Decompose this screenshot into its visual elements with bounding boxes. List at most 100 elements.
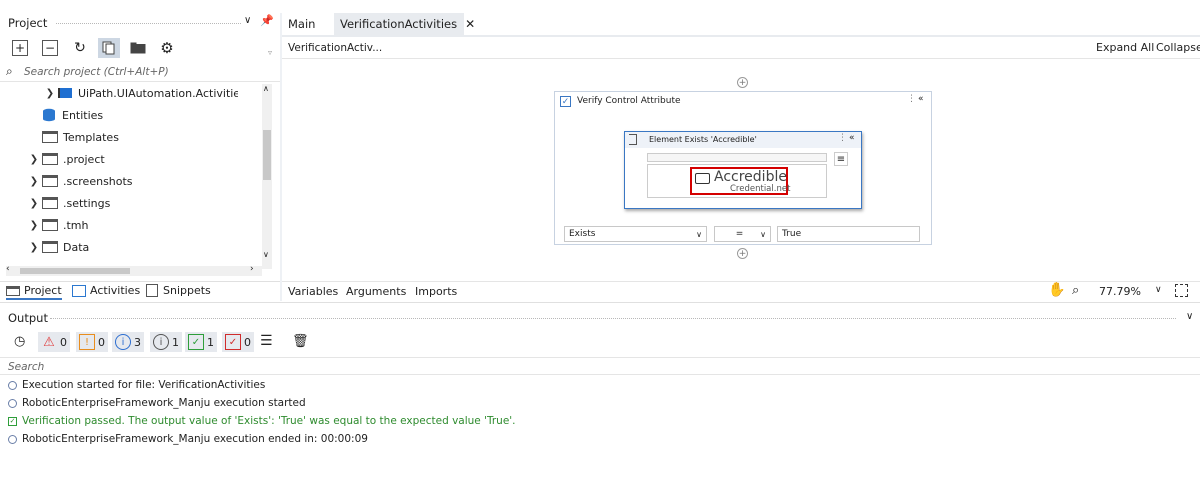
tree-horizontal-scrollbar[interactable]: ‹ ›: [6, 264, 262, 276]
project-panel-header: Project ∨ 📌: [0, 13, 280, 33]
tab-snippets[interactable]: Snippets: [146, 284, 211, 297]
menu-icon[interactable]: ≡: [834, 152, 848, 166]
operator-dropdown[interactable]: = ∨: [714, 226, 771, 242]
log-entry[interactable]: RoboticEnterpriseFramework_Manju executi…: [8, 395, 306, 411]
chevron-right-icon[interactable]: ❯: [26, 176, 42, 187]
close-icon[interactable]: ✕: [465, 17, 475, 31]
log-text: Execution started for file: Verification…: [22, 379, 266, 391]
info-dot-icon: [8, 398, 17, 408]
accredible-logo: Accredible Credential.net: [690, 167, 790, 195]
chevron-down-icon[interactable]: ∨: [1186, 311, 1193, 322]
tab-variables[interactable]: Variables: [288, 285, 338, 298]
expand-all-icon[interactable]: +: [12, 40, 28, 56]
tab-main[interactable]: Main: [282, 13, 321, 35]
chevron-right-icon[interactable]: ❯: [26, 242, 42, 253]
collapse-button[interactable]: Collapse: [1156, 41, 1200, 54]
chevron-right-icon[interactable]: ❯: [42, 88, 58, 99]
project-search-input[interactable]: Search project (Ctrl+Alt+P): [24, 66, 169, 78]
attribute-dropdown[interactable]: Exists ∨: [564, 226, 707, 242]
expand-all-button[interactable]: Expand All: [1096, 41, 1154, 54]
scrollbar-thumb[interactable]: [20, 268, 130, 274]
tree-item-label: Templates: [63, 130, 119, 144]
add-activity-icon[interactable]: +: [737, 77, 748, 88]
tab-arguments[interactable]: Arguments: [346, 285, 406, 298]
fit-to-screen-icon[interactable]: [1175, 284, 1188, 297]
chevron-right-icon[interactable]: ❯: [26, 198, 42, 209]
filter-info[interactable]: i 3: [112, 332, 144, 352]
target-selector-bar[interactable]: [647, 153, 827, 162]
verify-control-attribute-activity[interactable]: ✓ Verify Control Attribute ⋮ « Element E…: [554, 91, 932, 245]
tab-imports[interactable]: Imports: [415, 285, 457, 298]
output-panel-title: Output: [8, 311, 48, 325]
info-dot-icon: [8, 380, 17, 390]
list-filter-icon[interactable]: ☰: [260, 333, 273, 349]
open-folder-icon[interactable]: [130, 40, 146, 56]
refresh-icon[interactable]: ↻: [72, 40, 88, 56]
tree-item-tmh[interactable]: ❯ .tmh: [26, 214, 280, 236]
filter-verification-failed[interactable]: ✓ 0: [222, 332, 254, 352]
collapse-activity-icon[interactable]: «: [849, 133, 855, 143]
collapse-activity-icon[interactable]: «: [918, 94, 924, 104]
chevron-right-icon[interactable]: ❯: [26, 220, 42, 231]
hand-pan-icon[interactable]: ✋: [1048, 282, 1065, 298]
output-search-input[interactable]: Search: [8, 361, 44, 373]
tree-item-screenshots[interactable]: ❯ .screenshots: [26, 170, 280, 192]
scroll-up-icon[interactable]: ▿: [268, 48, 272, 57]
tab-activities[interactable]: Activities: [72, 284, 140, 297]
warning-icon: !: [79, 334, 95, 350]
log-entry[interactable]: RoboticEnterpriseFramework_Manju executi…: [8, 431, 368, 447]
trash-icon[interactable]: 🗑: [292, 334, 309, 349]
filter-errors[interactable]: ⚠ 0: [38, 332, 70, 352]
scroll-right-arrow[interactable]: ›: [250, 264, 254, 274]
output-search-box[interactable]: Search: [0, 357, 1200, 375]
tree-item-entities[interactable]: Entities: [42, 104, 280, 126]
more-options-icon[interactable]: ⋮: [838, 133, 847, 143]
log-text: Verification passed. The output value of…: [22, 415, 516, 427]
designer-header: VerificationActiv... Expand All Collapse: [282, 37, 1200, 59]
tab-verification-activities[interactable]: VerificationActivities ✕: [334, 13, 475, 35]
collapse-all-icon[interactable]: −: [42, 40, 58, 56]
expected-value-input[interactable]: True: [777, 226, 920, 242]
package-icon: [58, 88, 72, 98]
folder-icon: [6, 285, 20, 296]
gear-icon[interactable]: ⚙: [158, 39, 176, 57]
log-entry[interactable]: ✓ Verification passed. The output value …: [8, 413, 516, 429]
filter-trace[interactable]: i 1: [150, 332, 182, 352]
scroll-down-arrow[interactable]: ∨: [263, 250, 269, 259]
logo-mark-icon: [695, 173, 710, 184]
filter-warnings[interactable]: ! 0: [76, 332, 108, 352]
clock-icon[interactable]: ◷: [14, 334, 25, 349]
tree-vertical-scrollbar[interactable]: [262, 84, 272, 269]
chevron-down-icon[interactable]: ∨: [244, 15, 251, 26]
zoom-search-icon[interactable]: ⌕: [1072, 283, 1079, 298]
pin-icon[interactable]: 📌: [260, 14, 274, 27]
checkbox-icon: ✓: [560, 96, 571, 107]
tree-item-templates[interactable]: Templates: [42, 126, 280, 148]
more-options-icon[interactable]: ⋮: [907, 94, 916, 104]
zoom-dropdown-icon[interactable]: ∨: [1155, 285, 1162, 295]
scroll-left-arrow[interactable]: ‹: [6, 264, 10, 274]
breadcrumb[interactable]: VerificationActiv...: [288, 42, 382, 54]
filter-count: 1: [207, 335, 214, 349]
scrollbar-thumb[interactable]: [263, 130, 271, 180]
tree-item-uiautomation[interactable]: ❯ UiPath.UIAutomation.Activities = 22.1: [42, 82, 262, 104]
add-activity-icon[interactable]: +: [737, 248, 748, 259]
zoom-level[interactable]: 77.79%: [1099, 285, 1141, 298]
tree-item-data[interactable]: ❯ Data: [26, 236, 280, 258]
element-exists-activity[interactable]: Element Exists 'Accredible' ⋮ « ≡ Accred…: [624, 131, 862, 209]
show-all-files-icon[interactable]: [98, 38, 120, 58]
tab-project[interactable]: Project: [6, 284, 62, 300]
tree-item-settings[interactable]: ❯ .settings: [26, 192, 280, 214]
scroll-up-arrow[interactable]: ∧: [263, 84, 269, 93]
tree-item-project[interactable]: ❯ .project: [26, 148, 280, 170]
filter-verification-passed[interactable]: ✓ 1: [185, 332, 217, 352]
project-search-box[interactable]: ⌕ Search project (Ctrl+Alt+P): [0, 62, 280, 82]
tree-item-label: UiPath.UIAutomation.Activities = 22.1: [78, 86, 238, 100]
attribute-value: Exists: [569, 229, 596, 239]
log-text: RoboticEnterpriseFramework_Manju executi…: [22, 397, 306, 409]
log-entry[interactable]: Execution started for file: Verification…: [8, 377, 265, 393]
chevron-right-icon[interactable]: ❯: [26, 154, 42, 165]
tree-item-label: .project: [63, 152, 105, 166]
tree-item-label: Entities: [62, 108, 104, 122]
tab-label: Snippets: [163, 284, 211, 297]
